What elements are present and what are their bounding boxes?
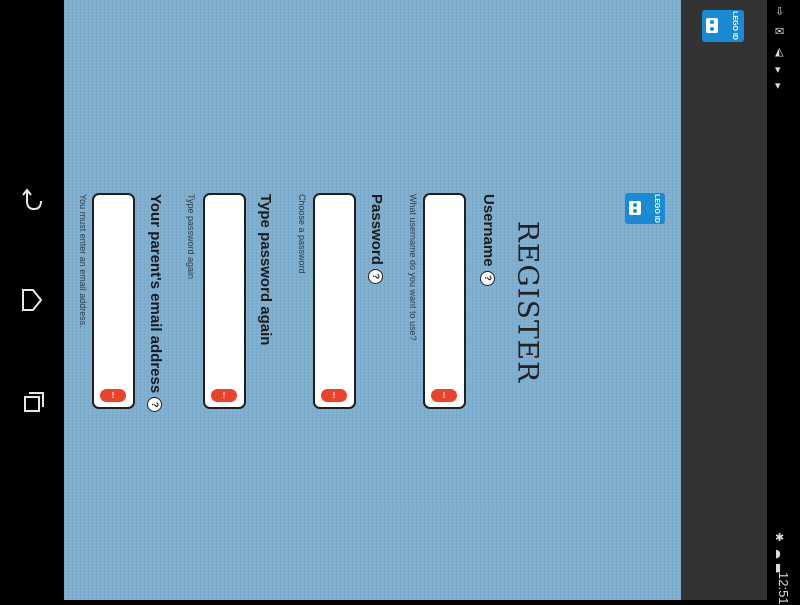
back-arrow-icon[interactable] [14,182,50,218]
download-icon: ⇩ [775,5,785,18]
username-help-icon[interactable]: ? [480,270,496,286]
password-help-icon[interactable]: ? [368,268,384,284]
bluetooth-icon: ✱ [775,531,785,544]
form-logo-text: LEGO ID [652,194,660,223]
wifi-icon: ◗ [775,547,781,560]
page-title: REGISTER [511,220,545,384]
confirm-password-hint: Type password again [186,194,196,280]
parent-email-label: Your parent's email address? [147,194,164,413]
confirm-password-label: Type password again [257,194,274,346]
password-hint: Choose a password [297,194,307,274]
confirm-password-input[interactable]: ! [203,193,246,409]
mail-icon: ✉ [775,25,785,38]
username-input[interactable]: ! [423,193,466,409]
form-lego-id-logo: LEGO ID [625,193,665,224]
navigation-bar [0,0,64,600]
home-icon[interactable] [14,282,50,318]
parent-email-input[interactable]: ! [92,193,135,409]
download-icon-2: ▾ [775,63,781,76]
parent-email-error-badge: ! [100,389,126,402]
header-logo-text: LEGO ID [730,11,738,40]
recent-apps-icon[interactable] [14,384,50,420]
password-error-badge: ! [321,389,347,402]
app-bar [681,0,767,600]
password-input[interactable]: ! [313,193,356,409]
confirm-password-error-badge: ! [211,389,237,402]
download-icon-3: ▾ [775,79,781,92]
header-lego-id-logo[interactable]: LEGO ID [702,10,744,42]
password-label: Password? [368,194,385,284]
username-label: Username? [480,194,497,286]
parent-email-hint: You must enter an email address. [78,194,88,328]
username-error-badge: ! [431,389,457,402]
status-bar: ⇩ ✉ ◭ ▾ ▾ ✱ ◗ ▮ 12:51 [767,0,800,605]
warning-icon: ◭ [775,45,784,58]
parent-email-help-icon[interactable]: ? [147,397,163,413]
username-hint: What username do you want to use? [408,194,418,341]
